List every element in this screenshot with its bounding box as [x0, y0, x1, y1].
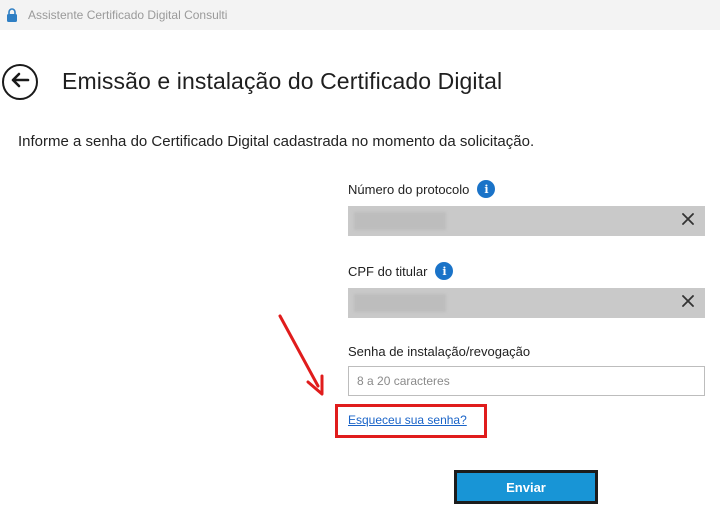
- submit-button[interactable]: Enviar: [454, 470, 598, 504]
- annotation-arrow-icon: [278, 314, 324, 396]
- password-label: Senha de instalação/revogação: [348, 344, 531, 359]
- cpf-clear-button[interactable]: [679, 294, 697, 312]
- cpf-masked-value: [354, 294, 446, 312]
- window-title: Assistente Certificado Digital Consulti: [28, 8, 228, 22]
- cpf-label-row: CPF do titular i: [348, 262, 454, 280]
- forgot-password-link[interactable]: Esqueceu sua senha?: [348, 413, 467, 427]
- protocol-label: Número do protocolo: [348, 181, 470, 197]
- close-icon: [682, 294, 694, 312]
- app-lock-icon: [6, 8, 20, 22]
- info-icon[interactable]: i: [477, 180, 496, 198]
- protocol-clear-button[interactable]: [679, 212, 697, 230]
- instruction-text: Informe a senha do Certificado Digital c…: [18, 133, 535, 150]
- arrow-left-icon: [10, 72, 30, 93]
- password-input[interactable]: [348, 366, 705, 396]
- back-button[interactable]: [2, 64, 38, 100]
- cpf-label: CPF do titular: [348, 263, 428, 279]
- protocol-label-row: Número do protocolo i: [348, 180, 496, 198]
- page-title: Emissão e instalação do Certificado Digi…: [62, 68, 503, 94]
- cpf-field[interactable]: [348, 288, 705, 318]
- protocol-field[interactable]: [348, 206, 705, 236]
- window-titlebar: Assistente Certificado Digital Consulti: [0, 0, 720, 30]
- close-icon: [682, 212, 694, 230]
- protocol-masked-value: [354, 212, 446, 230]
- password-label-row: Senha de instalação/revogação: [348, 344, 530, 359]
- info-icon[interactable]: i: [435, 262, 454, 280]
